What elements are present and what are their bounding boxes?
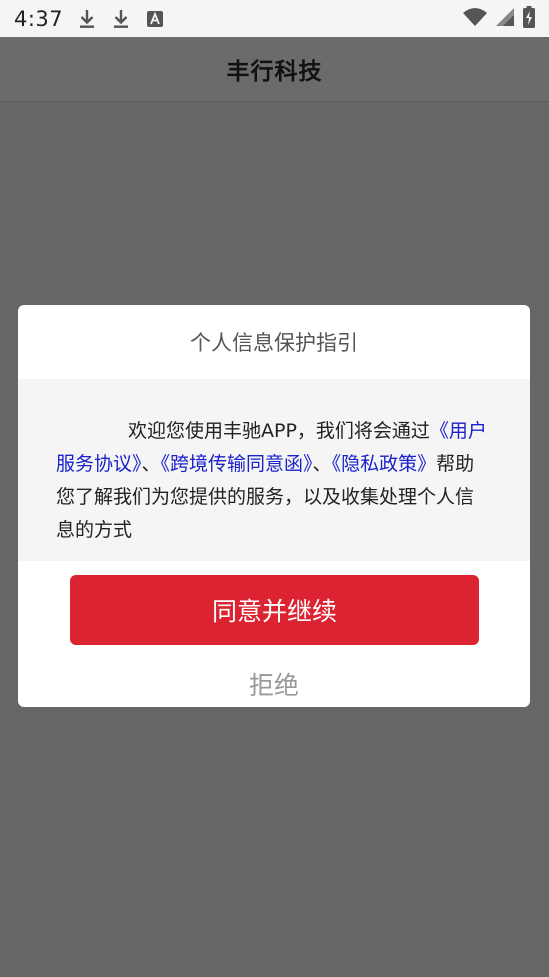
dialog-body: 欢迎您使用丰驰APP，我们将会通过《用户服务协议》、《跨境传输同意函》、《隐私政… <box>18 379 530 561</box>
intro-text: 欢迎您使用丰驰APP，我们将会通过 <box>128 420 430 442</box>
reject-button[interactable]: 拒绝 <box>18 661 530 707</box>
dialog-title: 个人信息保护指引 <box>190 331 358 355</box>
privacy-dialog: 个人信息保护指引 欢迎您使用丰驰APP，我们将会通过《用户服务协议》、《跨境传输… <box>18 305 530 707</box>
separator-text: 、 <box>312 453 332 475</box>
separator-text: 、 <box>141 453 161 475</box>
status-time: 4:37 <box>14 6 64 31</box>
wifi-icon <box>463 7 487 31</box>
download-icon <box>111 8 131 30</box>
privacy-policy-link[interactable]: 《隐私政策》 <box>332 453 437 475</box>
page-title: 丰行科技 <box>226 59 323 85</box>
cross-border-consent-link[interactable]: 《跨境传输同意函》 <box>161 453 313 475</box>
battery-charging-icon <box>523 5 535 32</box>
status-bar-right <box>463 5 535 32</box>
status-bar: 4:37 <box>0 0 549 37</box>
download-icon <box>77 8 97 30</box>
agree-continue-button[interactable]: 同意并继续 <box>70 575 479 645</box>
status-bar-left: 4:37 <box>14 7 165 31</box>
signal-icon <box>495 7 515 31</box>
app-bar: 丰行科技 <box>0 37 549 102</box>
text-format-icon <box>145 8 165 30</box>
